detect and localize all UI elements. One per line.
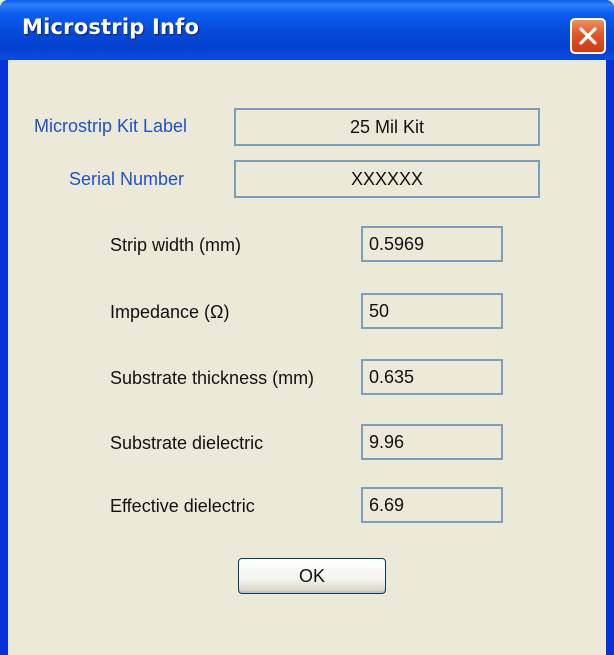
impedance-label: Impedance (Ω) — [110, 302, 230, 322]
title-bar[interactable]: Microstrip Info — [0, 0, 614, 60]
substrate-dielectric-value: 9.96 — [369, 432, 405, 452]
kit-label-field[interactable]: 25 Mil Kit — [234, 108, 540, 146]
ok-button[interactable]: OK — [238, 558, 386, 594]
close-icon — [579, 27, 597, 45]
strip-width-label: Strip width (mm) — [110, 235, 242, 255]
impedance-field[interactable]: 50 — [361, 293, 503, 329]
close-button[interactable] — [570, 18, 606, 54]
window-title: Microstrip Info — [22, 15, 200, 39]
substrate-dielectric-label: Substrate dielectric — [110, 433, 264, 453]
effective-dielectric-value: 6.69 — [369, 495, 405, 515]
serial-number-field[interactable]: XXXXXX — [234, 160, 540, 198]
dialog-window: Microstrip Info Microstrip Kit Label 25 … — [0, 0, 614, 655]
substrate-dielectric-field[interactable]: 9.96 — [361, 424, 503, 460]
strip-width-value: 0.5969 — [369, 234, 425, 254]
effective-dielectric-field[interactable]: 6.69 — [361, 487, 503, 523]
effective-dielectric-label: Effective dielectric — [110, 496, 255, 516]
serial-number-value: XXXXXX — [350, 169, 424, 189]
kit-label-value: 25 Mil Kit — [349, 117, 425, 137]
impedance-value: 50 — [369, 301, 390, 321]
strip-width-field[interactable]: 0.5969 — [361, 226, 503, 262]
kit-label-caption: Microstrip Kit Label — [34, 116, 188, 136]
dialog-body: Microstrip Kit Label 25 Mil Kit Serial N… — [8, 60, 606, 655]
substrate-thickness-field[interactable]: 0.635 — [361, 359, 503, 395]
serial-number-caption: Serial Number — [69, 169, 185, 189]
substrate-thickness-label: Substrate thickness (mm) — [110, 368, 315, 388]
substrate-thickness-value: 0.635 — [369, 367, 415, 387]
